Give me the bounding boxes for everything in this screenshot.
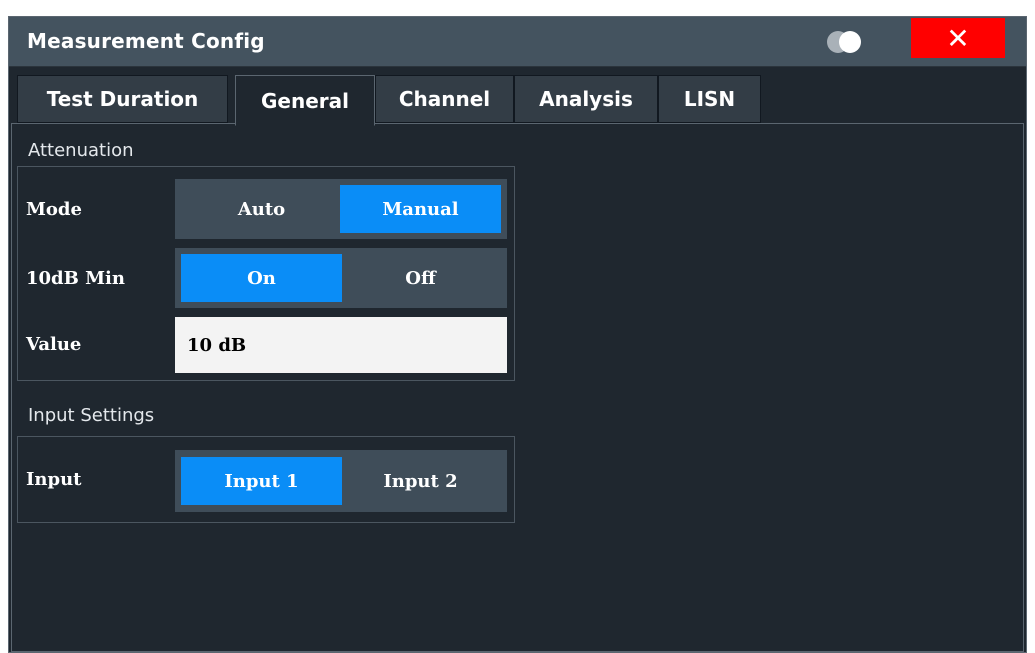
attenuation-value-field[interactable]: 10 dB [175,317,507,373]
tab-label: Channel [398,87,491,111]
dialog-title: Measurement Config [27,29,265,53]
tab-label: General [261,88,349,113]
tab-lisn[interactable]: LISN [658,75,761,123]
min10db-label: 10dB Min [26,268,125,289]
value-label: Value [26,334,82,355]
close-icon: ✕ [946,21,970,55]
tab-test-duration[interactable]: Test Duration [17,75,228,123]
attenuation-group-label: Attenuation [28,140,134,161]
min10db-selector: On Off [175,248,507,308]
tab-label: LISN [683,87,736,111]
input-2-button[interactable]: Input 2 [340,457,501,505]
attenuation-group: Mode Auto Manual 10dB Min On Off Value 1… [17,166,515,381]
tab-channel[interactable]: Channel [375,75,514,123]
input-1-button[interactable]: Input 1 [181,457,342,505]
mode-selector: Auto Manual [175,179,507,239]
input-selector: Input 1 Input 2 [175,450,507,512]
mode-label: Mode [26,199,82,220]
title-bar: Measurement Config ✕ [9,17,1026,67]
close-button[interactable]: ✕ [911,18,1005,58]
input-settings-group-label: Input Settings [28,405,155,426]
tab-label: Analysis [539,87,633,111]
tab-analysis[interactable]: Analysis [514,75,658,123]
measurement-config-dialog: Measurement Config ✕ Test Duration Gener… [8,16,1027,653]
tab-general[interactable]: General [235,75,375,126]
mode-auto-button[interactable]: Auto [181,185,342,233]
input-label: Input [26,469,82,490]
toggle-overlay-icon[interactable] [825,30,865,54]
general-tab-content: Attenuation Mode Auto Manual 10dB Min On… [11,123,1024,652]
min10db-off-button[interactable]: Off [340,254,501,302]
tab-label: Test Duration [46,87,199,111]
input-settings-group: Input Input 1 Input 2 [17,436,515,523]
min10db-on-button[interactable]: On [181,254,342,302]
mode-manual-button[interactable]: Manual [340,185,501,233]
